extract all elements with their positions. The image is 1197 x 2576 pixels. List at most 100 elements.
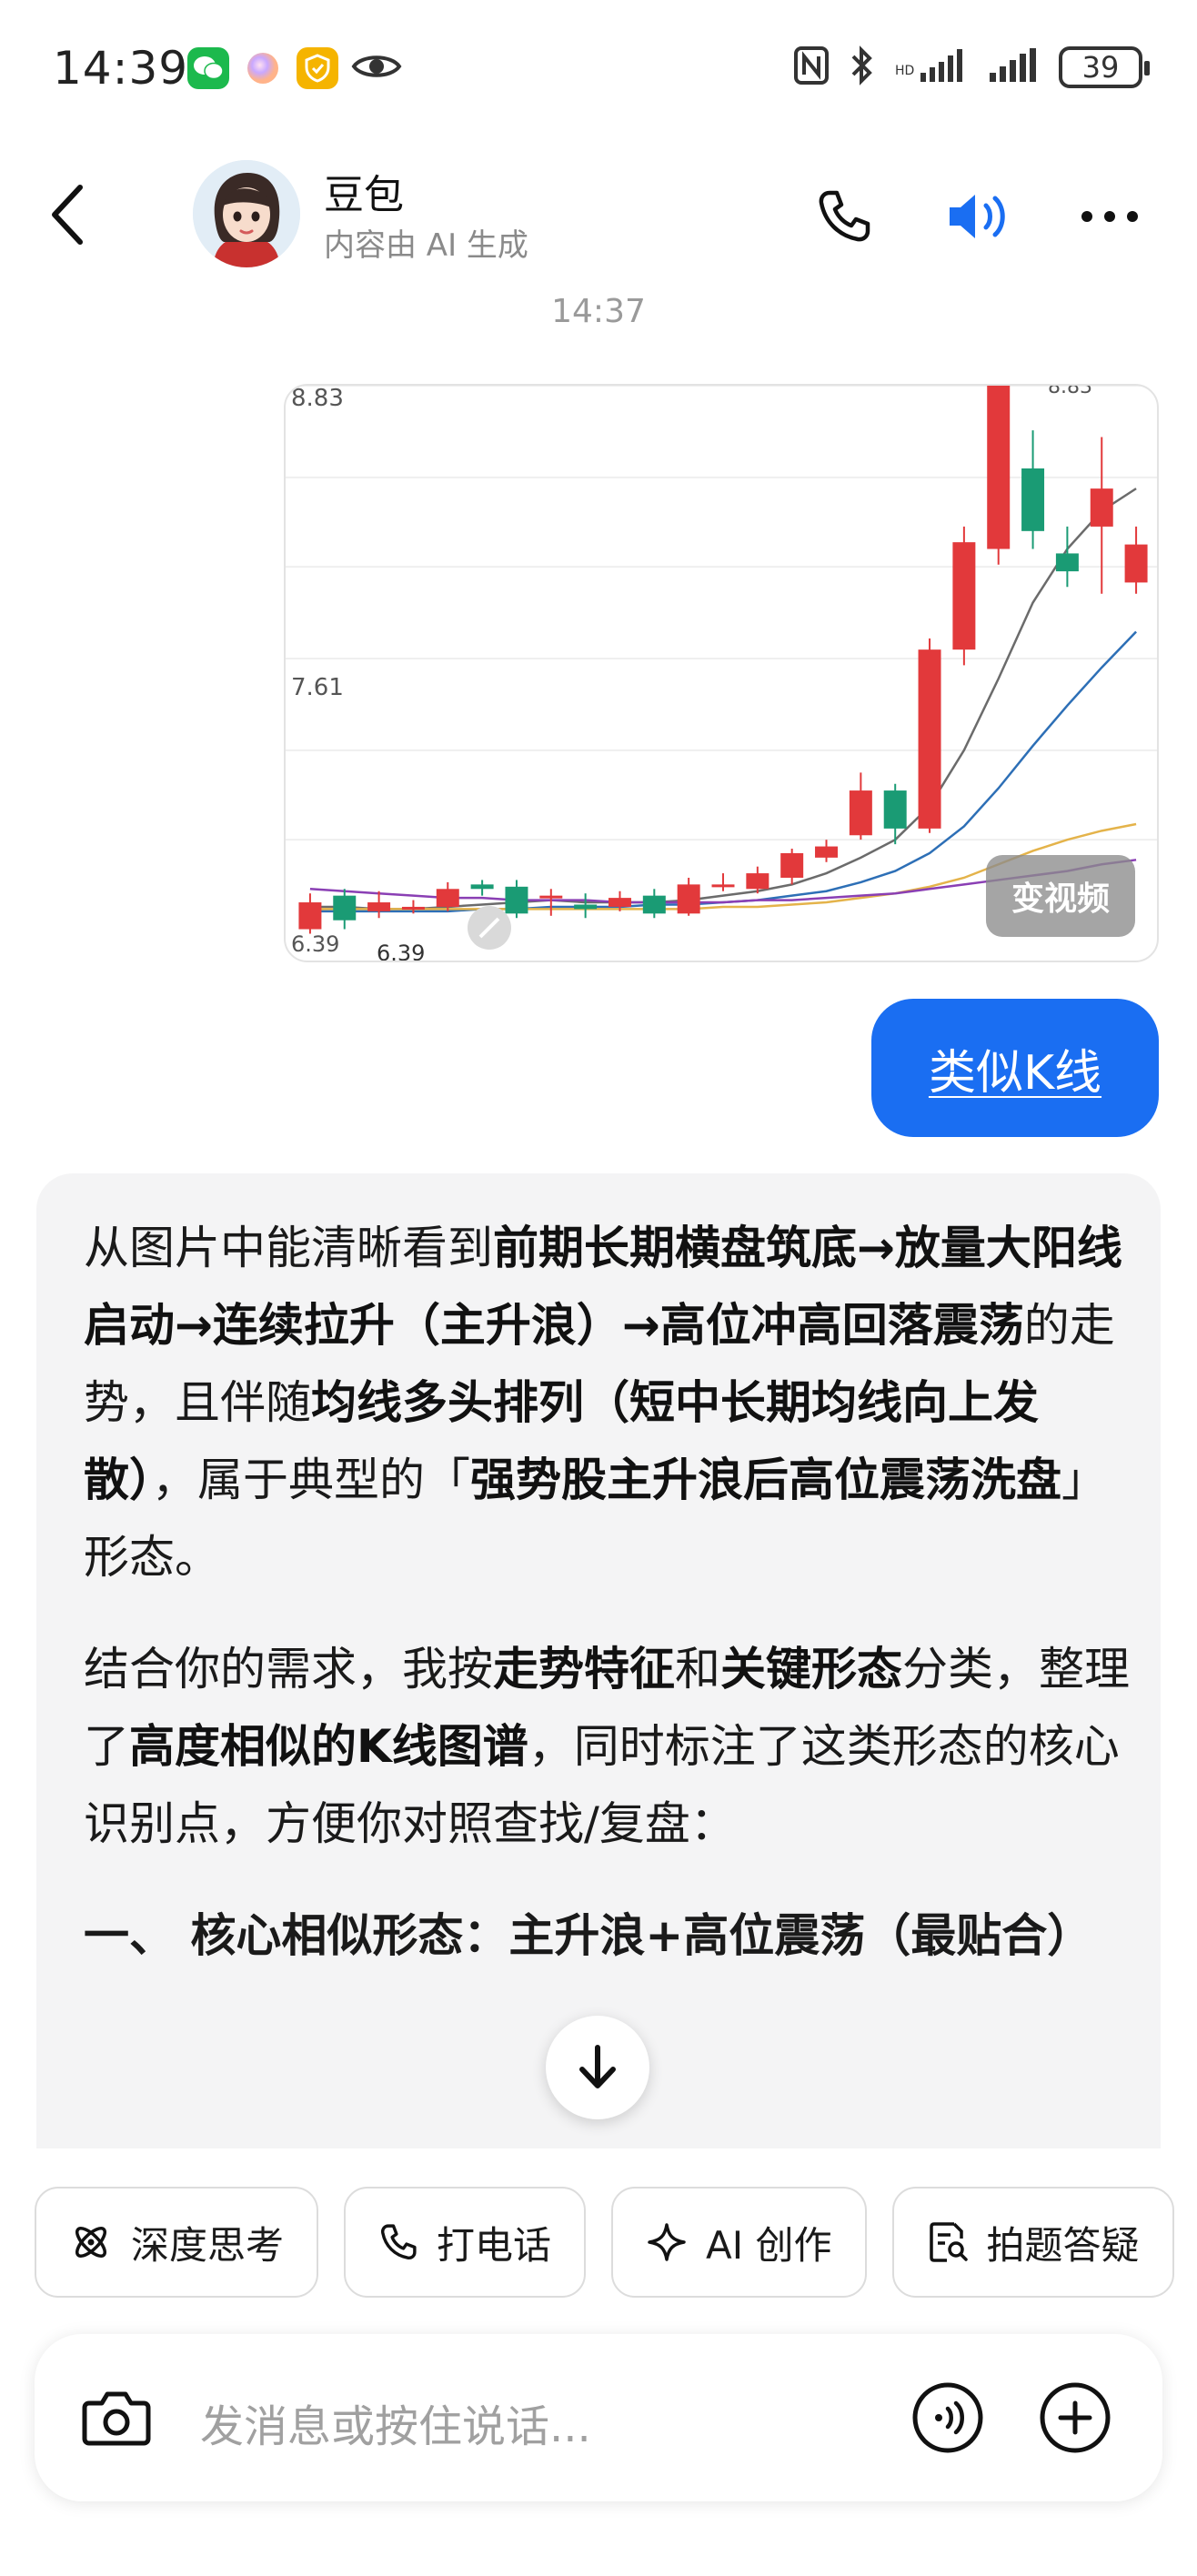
chip-label: 拍题答疑 bbox=[986, 2222, 1140, 2268]
reply-bold-run: 走势特征 bbox=[493, 1643, 675, 1696]
candle-body bbox=[333, 895, 357, 921]
price-label-high-marker: 8.83 bbox=[1048, 386, 1092, 398]
phone-call-chip[interactable]: 打电话 bbox=[344, 2187, 587, 2298]
quick-action-bar: 深度思考 打电话 AI 创作 拍题答疑 bbox=[35, 2187, 1174, 2298]
scan-doc-icon bbox=[929, 2222, 968, 2262]
candle-body bbox=[952, 542, 976, 650]
candle-body bbox=[987, 386, 1011, 549]
signal-icon-1: HD bbox=[895, 47, 968, 87]
shield-app-icon bbox=[297, 47, 338, 89]
candle bbox=[952, 526, 976, 666]
wechat-icon bbox=[187, 47, 229, 89]
user-message-bubble[interactable]: 类似K线 bbox=[871, 999, 1159, 1137]
speaker-icon bbox=[950, 195, 1005, 238]
status-time: 14:39 bbox=[53, 42, 189, 95]
chat-subtitle: 内容由 AI 生成 bbox=[324, 227, 528, 264]
reply-text-run: 和 bbox=[675, 1643, 720, 1696]
camera-button[interactable] bbox=[80, 2381, 153, 2454]
scroll-to-bottom-button[interactable] bbox=[546, 2016, 649, 2119]
candle-body bbox=[918, 649, 941, 829]
candle-body bbox=[470, 884, 494, 890]
candle-body bbox=[780, 852, 804, 878]
message-input[interactable]: 发消息或按住说话... bbox=[200, 2390, 591, 2454]
candle-body bbox=[849, 790, 872, 836]
call-button[interactable] bbox=[808, 180, 880, 253]
plus-circle-icon bbox=[1040, 2382, 1111, 2453]
candle-body bbox=[677, 884, 700, 914]
message-timestamp: 14:37 bbox=[551, 293, 646, 330]
shared-image-card[interactable]: 8.83 8.83 7.61 6.39 6.39 变视频 bbox=[284, 384, 1159, 962]
candle bbox=[1021, 430, 1045, 549]
candle-body bbox=[1124, 544, 1148, 583]
candles bbox=[298, 386, 1148, 934]
ai-reply-text: 从图片中能清晰看到前期长期横盘筑底→放量大阳线启动→连续拉升（主升浪）→高位冲高… bbox=[84, 1210, 1130, 2009]
chat-title: 豆包 bbox=[324, 172, 404, 218]
chip-label: AI 创作 bbox=[706, 2222, 832, 2268]
arrow-down-icon bbox=[579, 2045, 616, 2088]
more-dots-icon bbox=[1081, 211, 1138, 222]
candle bbox=[815, 840, 839, 862]
candle bbox=[574, 893, 598, 919]
candle bbox=[470, 880, 494, 896]
ai-create-chip[interactable]: AI 创作 bbox=[611, 2187, 867, 2298]
camera-icon bbox=[82, 2391, 151, 2446]
voice-wave-icon bbox=[912, 2382, 983, 2453]
shield-watermark-icon bbox=[468, 906, 511, 950]
reply-paragraph-1: 从图片中能清晰看到前期长期横盘筑底→放量大阳线启动→连续拉升（主升浪）→高位冲高… bbox=[84, 1210, 1130, 1596]
eye-icon bbox=[351, 50, 402, 86]
atom-icon bbox=[75, 2227, 106, 2258]
system-icons: HD 39 bbox=[793, 45, 1150, 89]
candle-body bbox=[1021, 468, 1045, 531]
candle-body bbox=[815, 846, 839, 858]
ai-reply-bubble: 从图片中能清晰看到前期长期横盘筑底→放量大阳线启动→连续拉升（主升浪）→高位冲高… bbox=[36, 1173, 1161, 2148]
user-message-text: 类似K线 bbox=[928, 1045, 1102, 1101]
speaker-button[interactable] bbox=[942, 180, 1015, 253]
candle bbox=[539, 889, 563, 916]
candle bbox=[780, 849, 804, 885]
reply-bold-run: 高度相似的K线图谱 bbox=[129, 1720, 528, 1773]
candle bbox=[918, 638, 941, 833]
chip-label: 打电话 bbox=[437, 2222, 552, 2268]
reply-paragraph-2: 结合你的需求，我按走势特征和关键形态分类，整理了高度相似的K线图谱，同时标注了这… bbox=[84, 1631, 1130, 1863]
svg-text:HD: HD bbox=[895, 64, 914, 78]
reply-text-run: 结合你的需求，我按 bbox=[84, 1643, 493, 1696]
voice-call-button[interactable] bbox=[911, 2381, 984, 2454]
add-attachment-button[interactable] bbox=[1039, 2381, 1112, 2454]
more-button[interactable] bbox=[1073, 180, 1146, 253]
candle bbox=[1124, 526, 1148, 594]
candle bbox=[711, 873, 735, 891]
candle-body bbox=[505, 886, 528, 914]
chip-label: 深度思考 bbox=[131, 2222, 285, 2268]
candle-body bbox=[746, 873, 770, 890]
photo-question-chip[interactable]: 拍题答疑 bbox=[891, 2187, 1174, 2298]
message-input-bar: 发消息或按住说话... bbox=[35, 2334, 1162, 2501]
candle-body bbox=[298, 902, 322, 930]
back-button[interactable] bbox=[44, 178, 107, 251]
candle bbox=[849, 772, 872, 840]
candle bbox=[677, 877, 700, 916]
reply-bold-run: 强势股主升浪后高位震荡洗盘 bbox=[470, 1454, 1061, 1506]
battery-level: 39 bbox=[1081, 50, 1120, 85]
deep-think-chip[interactable]: 深度思考 bbox=[35, 2187, 319, 2298]
reply-heading: 一、 核心相似形态：主升浪+高位震荡（最贴合） bbox=[84, 1909, 1093, 1962]
chat-screen: 14:39 HD 39 豆包 内容由 AI 生成 14:37 8.83 8.83… bbox=[0, 0, 1197, 2576]
candle bbox=[298, 893, 322, 934]
reply-text-run: ，属于典型的「 bbox=[152, 1454, 470, 1506]
candle bbox=[642, 889, 666, 919]
moving-average-lines bbox=[309, 488, 1137, 913]
candle bbox=[333, 889, 357, 930]
status-bar: 14:39 HD 39 bbox=[0, 0, 1197, 136]
candle-body bbox=[883, 790, 907, 829]
candle-body bbox=[539, 895, 563, 899]
candle-body bbox=[1055, 553, 1079, 572]
candle bbox=[987, 386, 1011, 565]
reply-text-run: 从图片中能清晰看到 bbox=[84, 1222, 493, 1274]
chat-header: 豆包 内容由 AI 生成 bbox=[0, 136, 1197, 291]
price-label-high: 8.83 bbox=[291, 386, 344, 412]
avatar[interactable] bbox=[193, 160, 300, 267]
convert-to-video-button[interactable]: 变视频 bbox=[986, 855, 1135, 937]
bluetooth-icon bbox=[850, 45, 875, 89]
candle-body bbox=[574, 904, 598, 910]
candle-body bbox=[1090, 488, 1113, 527]
candle bbox=[1055, 526, 1079, 588]
